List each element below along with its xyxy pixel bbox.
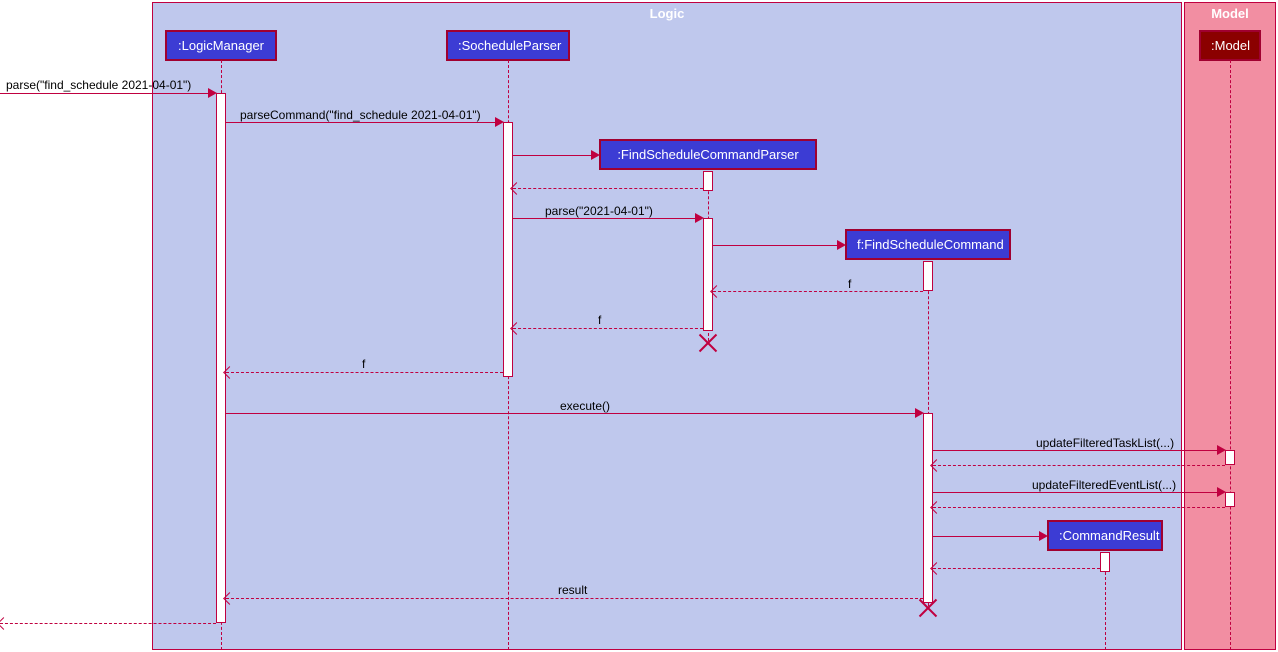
msg-update-event: updateFilteredEventList(...) [1032,478,1176,492]
lifeline-model [1230,60,1231,650]
arrowhead-parse-command [495,117,504,127]
destroy-find-command [918,598,938,618]
msg-result: result [558,583,587,597]
arrowhead-create-find-parser [591,150,600,160]
activation-model-2 [1225,492,1235,507]
arrow-result [226,598,923,599]
arrow-create-command-result [933,536,1040,537]
arrowhead-entry [208,88,217,98]
arrowhead-create-command-result [1039,531,1048,541]
arrow-return-command-result [933,568,1100,569]
arrow-parse-date [513,218,696,219]
arrowhead-parse-date [695,213,704,223]
arrow-return-event [933,507,1225,508]
arrow-return-create-find-parser [513,188,703,189]
arrowhead-update-event [1217,487,1226,497]
partition-model-title: Model [1185,3,1275,24]
msg-return-f3: f [362,357,365,371]
participant-find-schedule-command-label: f:FindScheduleCommand [857,237,1004,252]
activation-find-command-1 [923,261,933,291]
arrow-create-find-command [713,245,838,246]
activation-find-parser-2 [703,218,713,331]
msg-parse-command: parseCommand("find_schedule 2021-04-01") [240,108,481,122]
partition-logic-title: Logic [153,3,1181,24]
participant-model: :Model [1199,30,1261,61]
activation-model-1 [1225,450,1235,465]
participant-find-schedule-parser: :FindScheduleCommandParser [599,139,817,170]
arrow-update-event [933,492,1218,493]
arrowhead-create-find-command [837,240,846,250]
destroy-find-parser [698,333,718,353]
participant-logic-manager: :LogicManager [165,30,277,61]
arrow-execute [226,413,916,414]
partition-logic: Logic [152,2,1182,650]
activation-logic-manager [216,93,226,623]
participant-command-result: :CommandResult [1047,520,1163,551]
participant-find-schedule-parser-label: :FindScheduleCommandParser [617,147,798,162]
arrow-update-task [933,450,1218,451]
msg-execute: execute() [560,399,610,413]
activation-command-result [1100,552,1110,572]
participant-command-result-label: :CommandResult [1059,528,1159,543]
msg-entry: parse("find_schedule 2021-04-01") [6,78,191,92]
participant-sochedule-parser-label: :SocheduleParser [458,38,561,53]
msg-parse-date: parse("2021-04-01") [545,204,653,218]
msg-return-f1: f [848,277,851,291]
participant-find-schedule-command: f:FindScheduleCommand [845,229,1011,260]
arrowhead-execute [915,408,924,418]
msg-return-f2: f [598,313,601,327]
participant-model-label: :Model [1211,38,1250,53]
arrowhead-update-task [1217,445,1226,455]
msg-update-task: updateFilteredTaskList(...) [1036,436,1174,450]
participant-logic-manager-label: :LogicManager [178,38,264,53]
arrow-return-f2 [513,328,703,329]
arrow-return-task [933,465,1225,466]
participant-sochedule-parser: :SocheduleParser [446,30,570,61]
arrow-entry [0,93,208,94]
activation-sochedule-parser [503,122,513,377]
arrow-return-f3 [226,372,503,373]
arrow-create-find-parser [513,155,592,156]
activation-find-parser-1 [703,171,713,191]
arrow-parse-command [226,122,496,123]
arrow-return-f1 [713,291,923,292]
arrow-exit [0,623,216,624]
